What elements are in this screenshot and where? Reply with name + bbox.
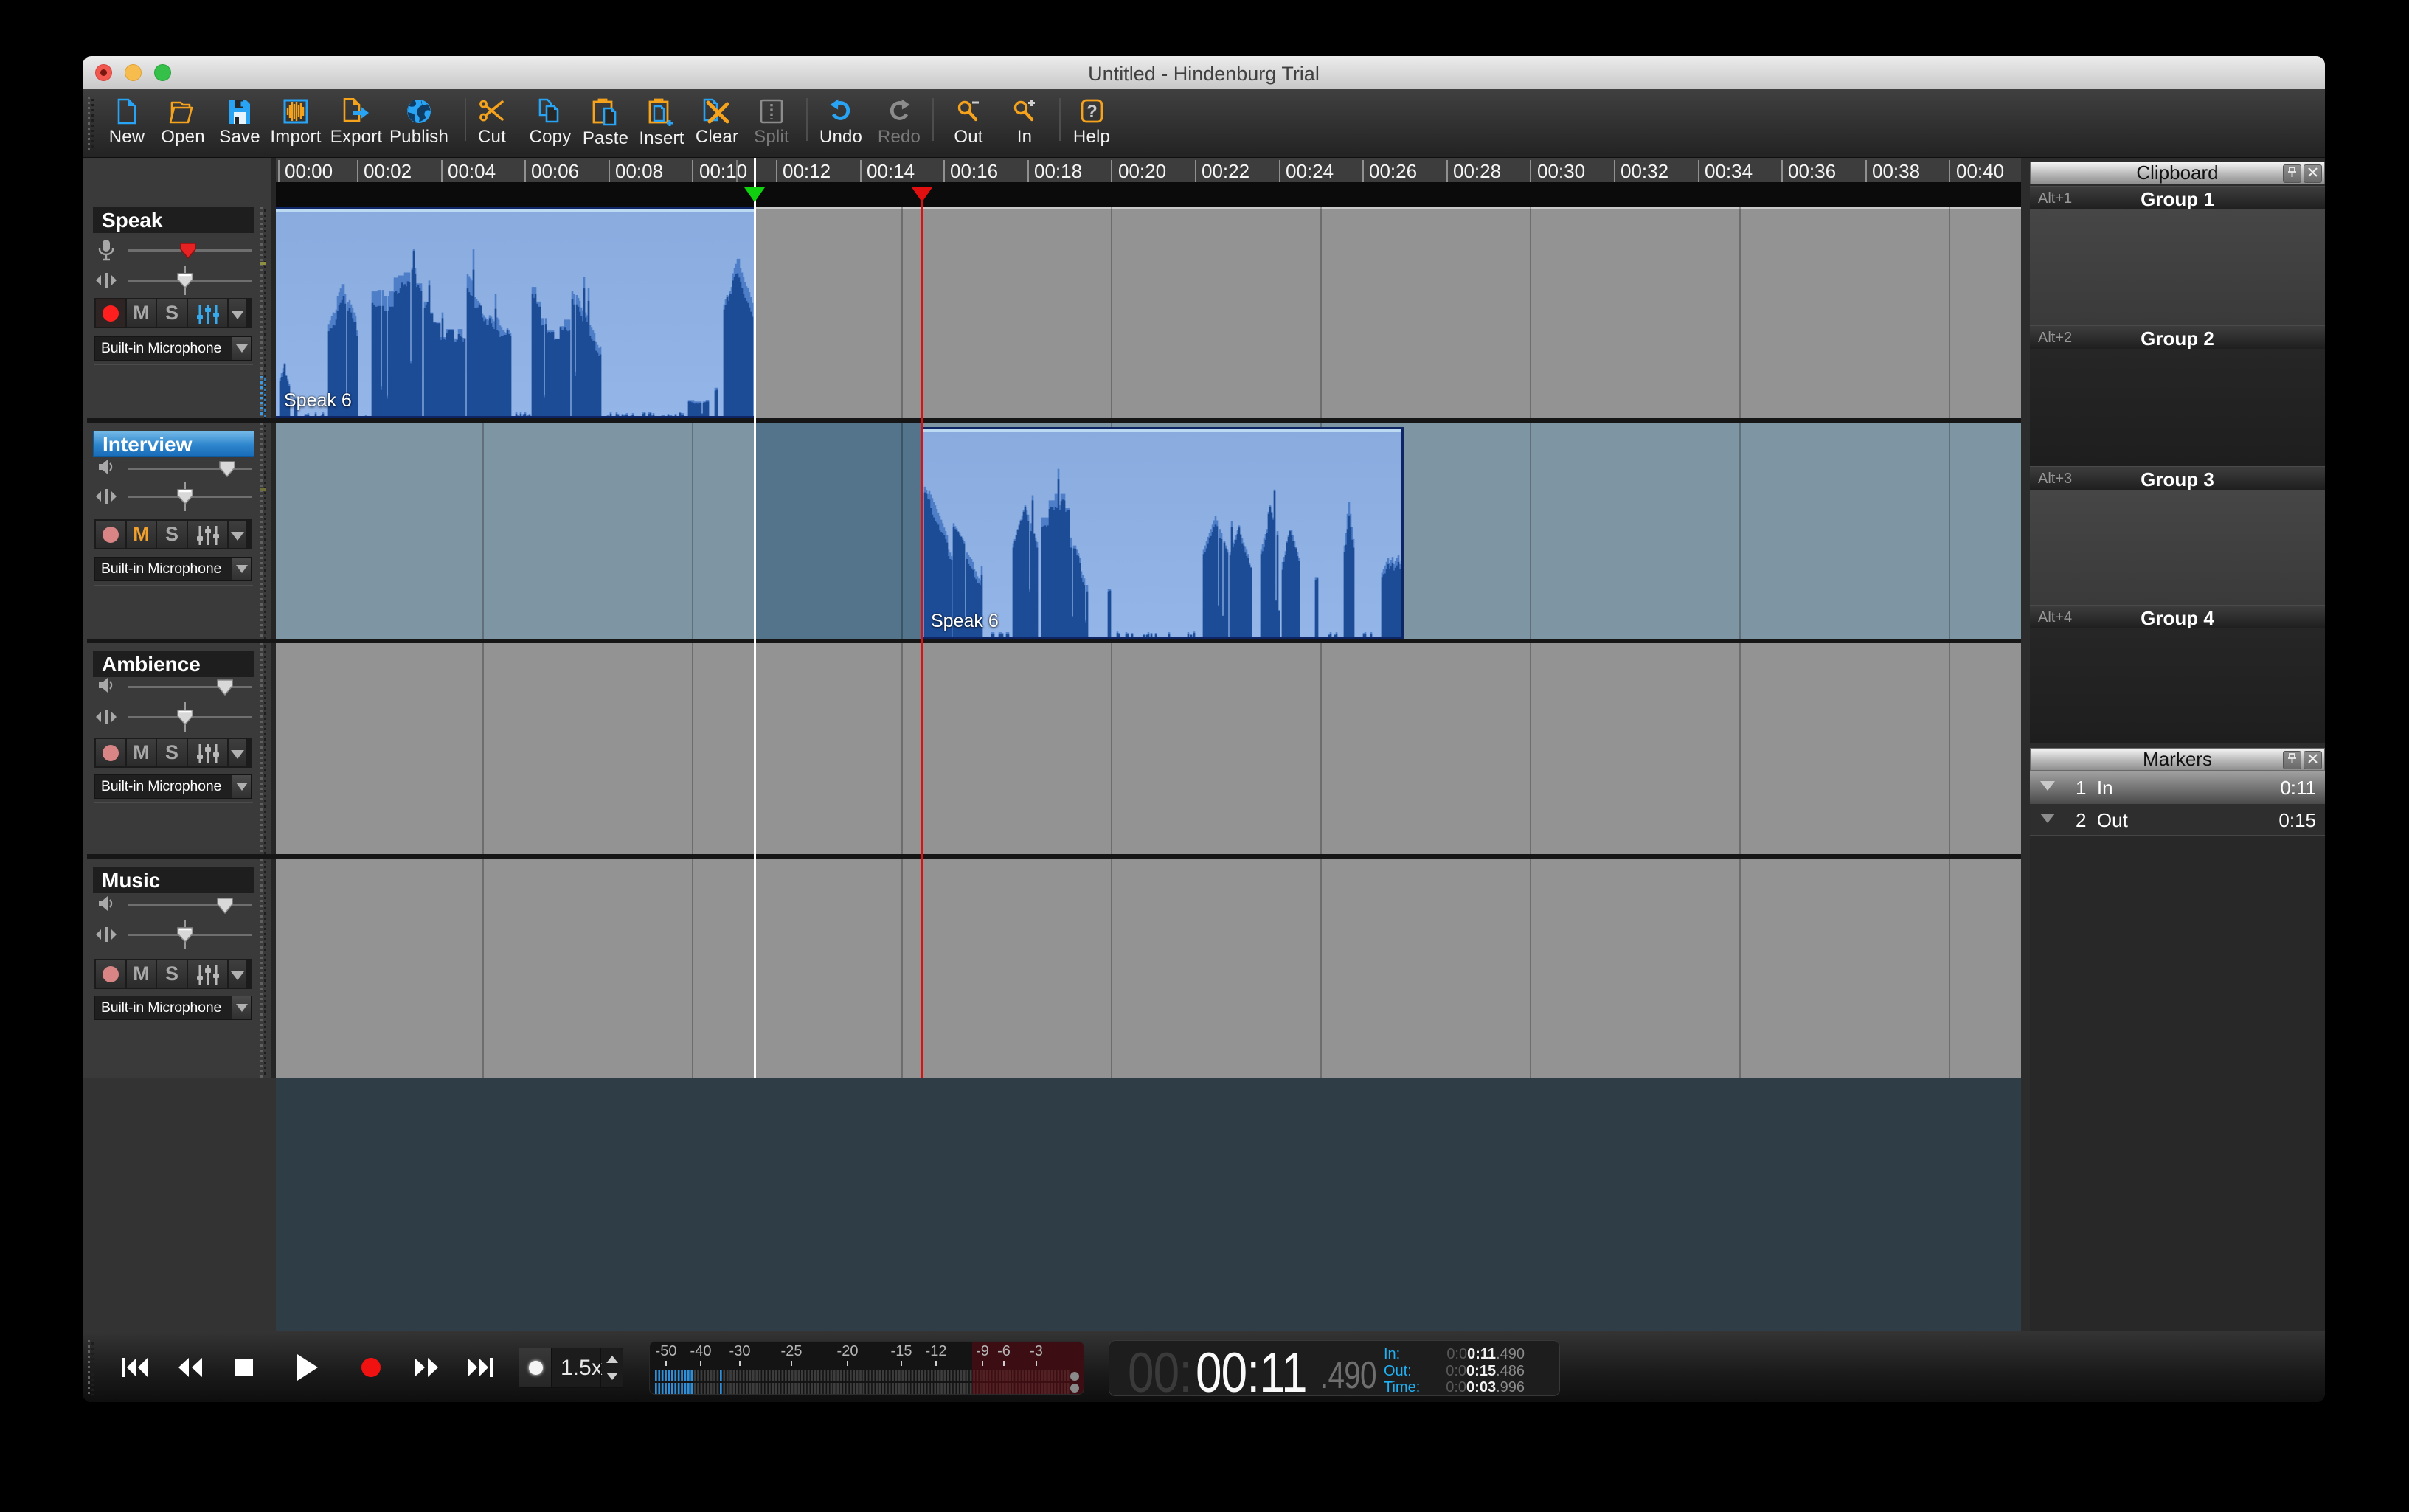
svg-text:?: ? xyxy=(1086,102,1098,122)
